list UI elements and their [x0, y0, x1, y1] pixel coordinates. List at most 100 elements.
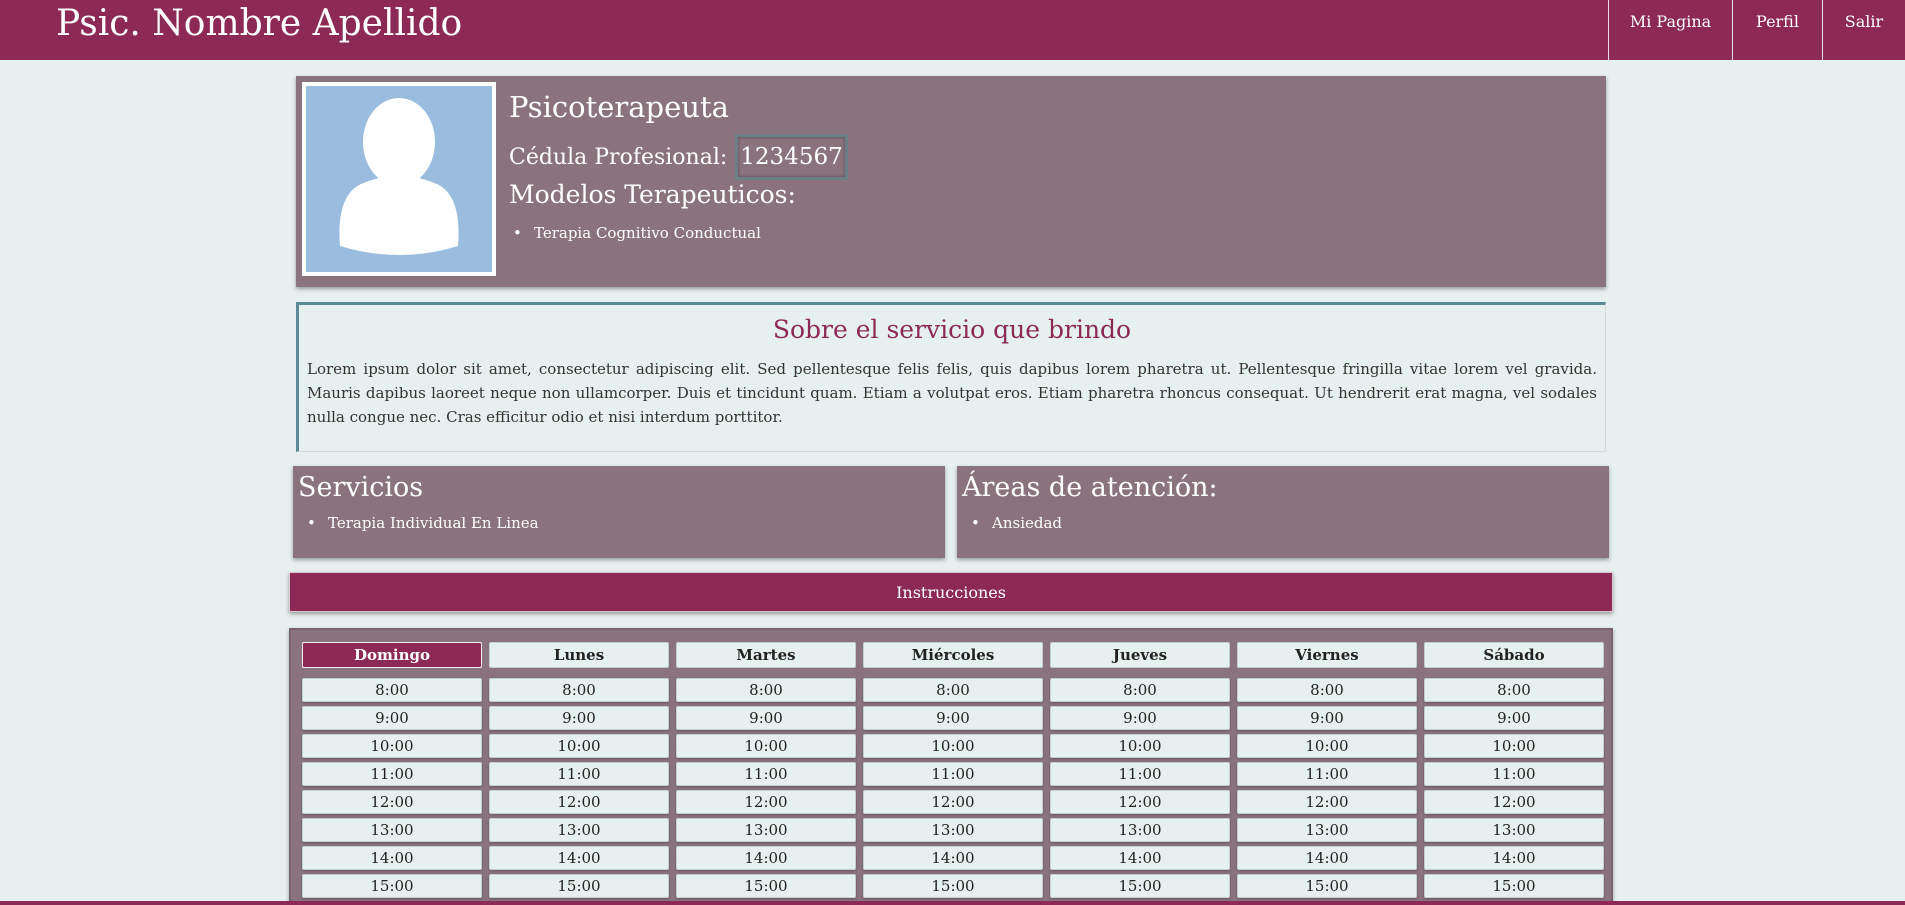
list-item: Ansiedad	[969, 514, 1062, 532]
time-slot-button[interactable]: 8:00	[1050, 678, 1230, 702]
time-slot-button[interactable]: 15:00	[863, 874, 1043, 898]
modelos-list: Terapia Cognitivo Conductual	[511, 224, 761, 242]
list-item: Terapia Cognitivo Conductual	[511, 224, 761, 242]
day-column: Jueves 8:00 9:00 10:00 11:00 12:00 13:00 14:00 1…	[1050, 642, 1230, 905]
user-silhouette-icon	[306, 86, 492, 272]
time-slot-button[interactable]: 10:00	[489, 734, 669, 758]
time-slot-button[interactable]: 14:00	[863, 846, 1043, 870]
brand-title[interactable]: Psic. Nombre Apellido	[56, 0, 462, 48]
time-slot-button[interactable]: 9:00	[489, 706, 669, 730]
servicios-card: Servicios Terapia Individual En Linea	[293, 466, 945, 558]
time-slot-button[interactable]: 14:00	[1237, 846, 1417, 870]
time-slot-button[interactable]: 13:00	[863, 818, 1043, 842]
day-tab-3[interactable]: Miércoles	[863, 642, 1043, 668]
time-slot-button[interactable]: 14:00	[489, 846, 669, 870]
time-slot-button[interactable]: 12:00	[302, 790, 482, 814]
day-column: Miércoles 8:00 9:00 10:00 11:00 12:00 13:00 14:…	[863, 642, 1043, 905]
time-slot-button[interactable]: 12:00	[489, 790, 669, 814]
time-slot-button[interactable]: 13:00	[1050, 818, 1230, 842]
time-slot-button[interactable]: 13:00	[676, 818, 856, 842]
time-slot-button[interactable]: 8:00	[302, 678, 482, 702]
time-slot-button[interactable]: 13:00	[1424, 818, 1604, 842]
time-slot-button[interactable]: 10:00	[302, 734, 482, 758]
about-section: Sobre el servicio que brindo Lorem ipsum…	[296, 302, 1606, 452]
time-slot-button[interactable]: 9:00	[302, 706, 482, 730]
schedule-panel: Domingo 8:00 9:00 10:00 11:00 12:00 13:00 14:00…	[289, 628, 1613, 905]
time-slot-button[interactable]: 8:00	[489, 678, 669, 702]
time-slot-button[interactable]: 9:00	[676, 706, 856, 730]
day-column: Lunes 8:00 9:00 10:00 11:00 12:00 13:00 14:00 15…	[489, 642, 669, 905]
nav-salir[interactable]: Salir	[1822, 0, 1905, 60]
time-slot-button[interactable]: 14:00	[1050, 846, 1230, 870]
time-slot-button[interactable]: 12:00	[1050, 790, 1230, 814]
time-slot-button[interactable]: 12:00	[676, 790, 856, 814]
cedula-value: 1234567	[735, 134, 848, 180]
time-slot-button[interactable]: 10:00	[1237, 734, 1417, 758]
nav-links: Mi Pagina Perfil Salir	[1608, 0, 1905, 60]
list-item: Terapia Individual En Linea	[305, 514, 539, 532]
areas-title: Áreas de atención:	[962, 472, 1218, 503]
cedula-row: Cédula Profesional: 1234567	[509, 134, 848, 180]
time-slot-button[interactable]: 12:00	[1424, 790, 1604, 814]
time-slot-button[interactable]: 12:00	[1237, 790, 1417, 814]
day-tab-4[interactable]: Jueves	[1050, 642, 1230, 668]
instructions-button[interactable]: Instrucciones	[289, 572, 1613, 612]
time-slot-button[interactable]: 11:00	[489, 762, 669, 786]
about-title: Sobre el servicio que brindo	[772, 315, 1132, 344]
time-slot-button[interactable]: 14:00	[1424, 846, 1604, 870]
day-column: Viernes 8:00 9:00 10:00 11:00 12:00 13:00 14:00…	[1237, 642, 1417, 905]
day-tab-1[interactable]: Lunes	[489, 642, 669, 668]
day-column: Sábado 8:00 9:00 10:00 11:00 12:00 13:00 14:00 1…	[1424, 642, 1604, 905]
top-navbar: Psic. Nombre Apellido Mi Pagina Perfil S…	[0, 0, 1905, 60]
time-slot-button[interactable]: 11:00	[302, 762, 482, 786]
servicios-title: Servicios	[298, 472, 424, 503]
time-slot-button[interactable]: 11:00	[1424, 762, 1604, 786]
areas-list: Ansiedad	[969, 514, 1062, 532]
day-column: Domingo 8:00 9:00 10:00 11:00 12:00 13:00 14:00…	[302, 642, 482, 905]
time-slot-button[interactable]: 10:00	[863, 734, 1043, 758]
areas-card: Áreas de atención: Ansiedad	[957, 466, 1609, 558]
time-slot-button[interactable]: 10:00	[676, 734, 856, 758]
day-tab-2[interactable]: Martes	[676, 642, 856, 668]
day-tab-6[interactable]: Sábado	[1424, 642, 1604, 668]
about-text: Lorem ipsum dolor sit amet, consectetur …	[307, 360, 1597, 426]
time-slot-button[interactable]: 15:00	[1424, 874, 1604, 898]
bottom-bar	[0, 901, 1905, 905]
time-slot-button[interactable]: 12:00	[863, 790, 1043, 814]
profile-card: Psicoterapeuta Cédula Profesional: 12345…	[296, 76, 1606, 287]
time-slot-button[interactable]: 9:00	[863, 706, 1043, 730]
time-slot-button[interactable]: 9:00	[1237, 706, 1417, 730]
avatar	[302, 82, 496, 276]
time-slot-button[interactable]: 11:00	[676, 762, 856, 786]
day-tab-5[interactable]: Viernes	[1237, 642, 1417, 668]
servicios-list: Terapia Individual En Linea	[305, 514, 539, 532]
time-slot-button[interactable]: 13:00	[489, 818, 669, 842]
time-slot-button[interactable]: 11:00	[863, 762, 1043, 786]
day-column: Martes 8:00 9:00 10:00 11:00 12:00 13:00 14:00 1…	[676, 642, 856, 905]
time-slot-button[interactable]: 9:00	[1050, 706, 1230, 730]
time-slot-button[interactable]: 10:00	[1050, 734, 1230, 758]
time-slot-button[interactable]: 14:00	[302, 846, 482, 870]
time-slot-button[interactable]: 15:00	[1050, 874, 1230, 898]
time-slot-button[interactable]: 15:00	[676, 874, 856, 898]
nav-perfil[interactable]: Perfil	[1732, 0, 1822, 60]
time-slot-button[interactable]: 15:00	[302, 874, 482, 898]
time-slot-button[interactable]: 13:00	[302, 818, 482, 842]
time-slot-button[interactable]: 9:00	[1424, 706, 1604, 730]
time-slot-button[interactable]: 14:00	[676, 846, 856, 870]
day-tab-0[interactable]: Domingo	[302, 642, 482, 668]
time-slot-button[interactable]: 10:00	[1424, 734, 1604, 758]
modelos-heading: Modelos Terapeuticos:	[509, 180, 796, 209]
time-slot-button[interactable]: 8:00	[1237, 678, 1417, 702]
time-slot-button[interactable]: 8:00	[676, 678, 856, 702]
time-slot-button[interactable]: 8:00	[863, 678, 1043, 702]
profile-title: Psicoterapeuta	[509, 90, 729, 124]
nav-mi-pagina[interactable]: Mi Pagina	[1608, 0, 1732, 60]
cedula-label: Cédula Profesional:	[509, 144, 728, 170]
time-slot-button[interactable]: 11:00	[1237, 762, 1417, 786]
time-slot-button[interactable]: 8:00	[1424, 678, 1604, 702]
time-slot-button[interactable]: 13:00	[1237, 818, 1417, 842]
time-slot-button[interactable]: 15:00	[489, 874, 669, 898]
time-slot-button[interactable]: 11:00	[1050, 762, 1230, 786]
time-slot-button[interactable]: 15:00	[1237, 874, 1417, 898]
